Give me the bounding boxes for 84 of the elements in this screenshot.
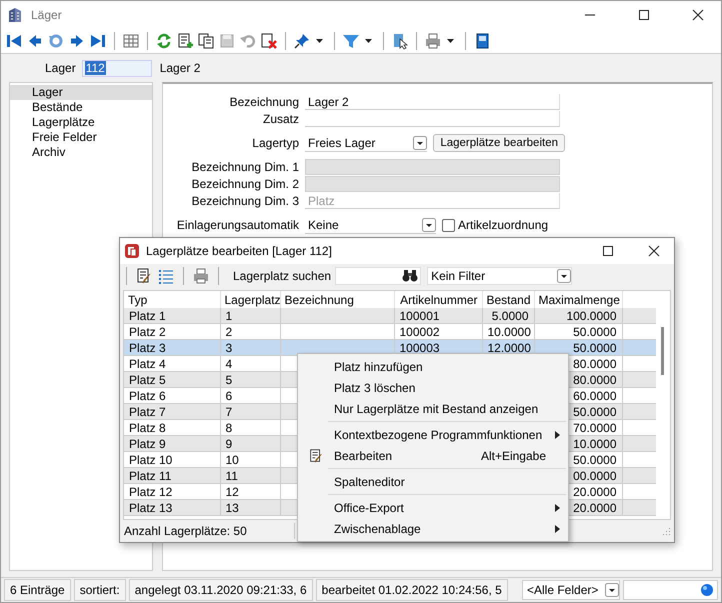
- dialog-title: Lagerplätze bearbeiten [Lager 112]: [146, 244, 332, 258]
- globe-icon[interactable]: [700, 583, 714, 597]
- sidebar-item[interactable]: Lager: [10, 85, 152, 100]
- dropdown-field[interactable]: Keine: [305, 216, 436, 234]
- search-label: Lagerplatz suchen: [233, 269, 332, 283]
- sidebar-item[interactable]: Bestände: [10, 100, 152, 115]
- field-label: Bezeichnung: [228, 94, 299, 110]
- maximize-icon[interactable]: [602, 245, 614, 257]
- edit-icon[interactable]: [135, 267, 153, 285]
- table-cell: Platz 9: [124, 436, 220, 452]
- building-icon: [7, 7, 23, 23]
- delete-icon[interactable]: [260, 32, 278, 50]
- lager-field[interactable]: 112: [82, 60, 152, 76]
- close-icon[interactable]: [692, 9, 704, 21]
- sidebar-item[interactable]: Lagerplätze: [10, 115, 152, 130]
- field-label: Einlagerungsautomatik: [176, 217, 299, 233]
- table-cell: Platz 13: [124, 500, 220, 516]
- menu-item[interactable]: Zwischenablage: [298, 518, 568, 539]
- dropdown-field[interactable]: Freies Lager: [305, 134, 428, 152]
- caret-icon[interactable]: [315, 37, 324, 45]
- binoculars-icon[interactable]: [402, 269, 418, 283]
- table-cell: 5.0000: [482, 308, 534, 324]
- status-text: sortiert:: [74, 579, 126, 601]
- document-pointer-icon[interactable]: [391, 32, 409, 50]
- edit-icon: [308, 448, 324, 464]
- field-label: Lagertyp: [251, 135, 299, 151]
- submenu-arrow-icon: [554, 524, 560, 532]
- table-cell: 1: [220, 308, 280, 324]
- table-cell: 11: [220, 468, 280, 484]
- status-text: bearbeitet 01.02.2022 10:24:56, 5: [316, 579, 508, 601]
- printer-icon[interactable]: [192, 267, 210, 285]
- pin-icon[interactable]: [293, 32, 311, 50]
- window-title: Läger: [31, 8, 62, 22]
- lager-name: Lager 2: [160, 61, 200, 75]
- table-cell: Platz 7: [124, 404, 220, 420]
- field-label: Zusatz: [262, 111, 299, 127]
- text-field[interactable]: [305, 111, 560, 127]
- list-icon[interactable]: [157, 267, 175, 285]
- field-label: Bezeichnung Dim. 1: [190, 159, 299, 175]
- table-cell: 13: [220, 500, 280, 516]
- sidebar-item[interactable]: Archiv: [10, 145, 152, 160]
- refresh-icon[interactable]: [155, 32, 173, 50]
- field-label: Bezeichnung Dim. 3: [190, 193, 299, 209]
- last-record-icon[interactable]: [89, 32, 107, 50]
- edit-locations-button[interactable]: Lagerplätze bearbeiten: [433, 134, 565, 152]
- submenu-arrow-icon: [554, 430, 560, 438]
- text-field[interactable]: Platz: [305, 193, 560, 209]
- first-record-icon[interactable]: [5, 32, 23, 50]
- table-cell: Platz 1: [124, 308, 220, 324]
- field-filter-dropdown[interactable]: <Alle Felder>: [522, 580, 620, 600]
- filter-dropdown[interactable]: Kein Filter: [427, 267, 572, 285]
- table-cell: 100001: [394, 308, 482, 324]
- caret-icon[interactable]: [446, 37, 455, 45]
- table-cell: 5: [220, 372, 280, 388]
- status-text: 6 Einträge: [4, 579, 71, 601]
- status-text: angelegt 03.11.2020 09:21:33, 6: [128, 579, 313, 601]
- table-cell: Platz 3: [124, 340, 220, 356]
- table-cell: Platz 11: [124, 468, 220, 484]
- copy-icon[interactable]: [197, 32, 215, 50]
- table-cell: 7: [220, 404, 280, 420]
- printer-icon[interactable]: [424, 32, 442, 50]
- search-field[interactable]: [623, 580, 718, 600]
- field-label: Bezeichnung Dim. 2: [190, 176, 299, 192]
- scrollbar-thumb[interactable]: [661, 327, 664, 375]
- close-icon[interactable]: [648, 245, 660, 257]
- checkbox[interactable]: [442, 218, 455, 232]
- text-field[interactable]: Lager 2: [305, 94, 560, 110]
- new-document-icon[interactable]: [176, 32, 194, 50]
- table-cell: 9: [220, 436, 280, 452]
- submenu-arrow-icon: [554, 504, 560, 512]
- search-field[interactable]: [335, 267, 422, 285]
- checkbox-label: Artikelzuordnung: [458, 218, 548, 232]
- reload-record-icon[interactable]: [47, 32, 65, 50]
- table-cell: 100.0000: [534, 308, 622, 324]
- caret-icon[interactable]: [364, 37, 373, 45]
- resize-grip-icon[interactable]: [661, 526, 671, 536]
- table-cell: 3: [220, 340, 280, 356]
- row-count: Anzahl Lagerplätze: 50: [123, 524, 248, 538]
- maximize-icon[interactable]: [638, 9, 650, 21]
- table-cell: Platz 5: [124, 372, 220, 388]
- documents-icon: [124, 243, 140, 259]
- lager-label: Lager: [45, 61, 76, 75]
- table-icon[interactable]: [122, 32, 140, 50]
- sidebar-item[interactable]: Freie Felder: [10, 130, 152, 145]
